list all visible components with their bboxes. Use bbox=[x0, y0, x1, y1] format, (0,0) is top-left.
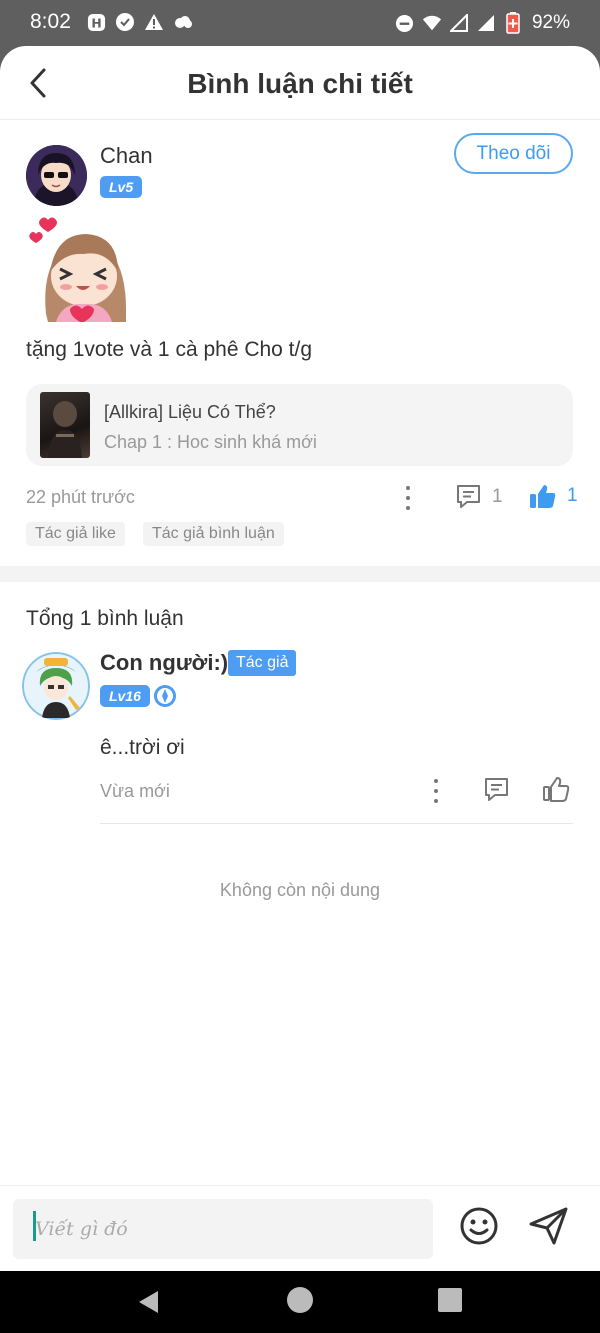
comment-composer bbox=[0, 1185, 600, 1271]
story-cover-image bbox=[40, 392, 90, 458]
level-badge: Lv5 bbox=[100, 176, 143, 198]
send-button[interactable] bbox=[528, 1206, 570, 1246]
nav-back-icon[interactable] bbox=[136, 1289, 162, 1315]
story-title: [Allkira] Liệu Có Thể? bbox=[104, 402, 276, 422]
nav-recents-icon[interactable] bbox=[438, 1288, 462, 1312]
reply-button[interactable] bbox=[483, 776, 510, 803]
thumbs-up-outline-icon bbox=[543, 777, 570, 802]
story-chapter: Chap 1 : Hoc sinh khá mới bbox=[104, 432, 317, 452]
smiley-icon bbox=[460, 1207, 498, 1245]
text-cursor bbox=[33, 1211, 36, 1241]
system-icons: 92% bbox=[395, 12, 570, 34]
comment-text: tặng 1vote và 1 cà phê Cho t/g bbox=[26, 338, 313, 361]
reply-text: ê...trời ơi bbox=[100, 736, 185, 759]
like-count: 1 bbox=[567, 485, 578, 506]
nav-home-icon[interactable] bbox=[287, 1287, 313, 1313]
system-navigation-bar bbox=[0, 1271, 600, 1333]
check-circle-icon bbox=[115, 12, 135, 32]
comment-author-name[interactable]: Chan bbox=[100, 143, 153, 169]
wifi-icon bbox=[422, 13, 442, 33]
level-badge: Lv16 bbox=[100, 685, 150, 707]
like-button[interactable]: 1 bbox=[529, 482, 578, 510]
status-bar: 8:02 H 92% bbox=[0, 0, 600, 46]
total-comments-label: Tổng 1 bình luận bbox=[26, 607, 184, 630]
comment-time: 22 phút trước bbox=[26, 487, 135, 507]
emoji-button[interactable] bbox=[459, 1206, 499, 1246]
signal-icon bbox=[476, 13, 496, 33]
comment-input[interactable] bbox=[13, 1199, 433, 1259]
author-badge: Tác giả bbox=[228, 650, 297, 676]
warning-icon bbox=[144, 12, 164, 32]
reply-author-name[interactable]: Con người:) bbox=[100, 650, 228, 676]
reply-time: Vừa mới bbox=[100, 781, 170, 801]
notification-icons: H bbox=[86, 12, 193, 32]
more-options-icon[interactable] bbox=[429, 779, 443, 803]
avatar[interactable] bbox=[22, 652, 90, 720]
status-time: 8:02 bbox=[30, 10, 71, 33]
battery-icon bbox=[503, 12, 523, 34]
thumbs-up-icon bbox=[530, 485, 556, 508]
h-app-icon: H bbox=[86, 12, 106, 32]
reply-count: 1 bbox=[492, 485, 503, 507]
section-divider bbox=[0, 566, 600, 582]
author-commented-tag: Tác giả bình luận bbox=[143, 522, 284, 546]
follow-button[interactable]: Theo dõi bbox=[454, 133, 573, 174]
cloud-icon bbox=[173, 12, 193, 32]
comment-icon bbox=[485, 778, 508, 801]
comment-detail-screen: Bình luận chi tiết Chan Lv5 Theo dõi tặn… bbox=[0, 46, 600, 1271]
page-title: Bình luận chi tiết bbox=[187, 68, 413, 99]
header: Bình luận chi tiết bbox=[0, 46, 600, 120]
svg-text:H: H bbox=[91, 16, 101, 30]
avatar[interactable] bbox=[26, 145, 87, 206]
more-options-icon[interactable] bbox=[401, 486, 415, 510]
like-button[interactable] bbox=[542, 775, 570, 803]
battery-percent: 92% bbox=[531, 12, 570, 33]
comment-icon bbox=[457, 485, 480, 508]
end-of-content-label: Không còn nội dung bbox=[219, 880, 381, 900]
signal-icon bbox=[449, 13, 469, 33]
reply-button[interactable]: 1 bbox=[455, 483, 503, 510]
do-not-disturb-icon bbox=[395, 13, 415, 33]
sticker-image bbox=[26, 214, 134, 323]
reply-divider bbox=[100, 823, 573, 824]
author-liked-tag: Tác giả like bbox=[26, 522, 125, 546]
vip-badge-icon bbox=[153, 684, 177, 708]
send-icon bbox=[529, 1207, 568, 1245]
story-card[interactable]: [Allkira] Liệu Có Thể? Chap 1 : Hoc sinh… bbox=[26, 384, 573, 466]
